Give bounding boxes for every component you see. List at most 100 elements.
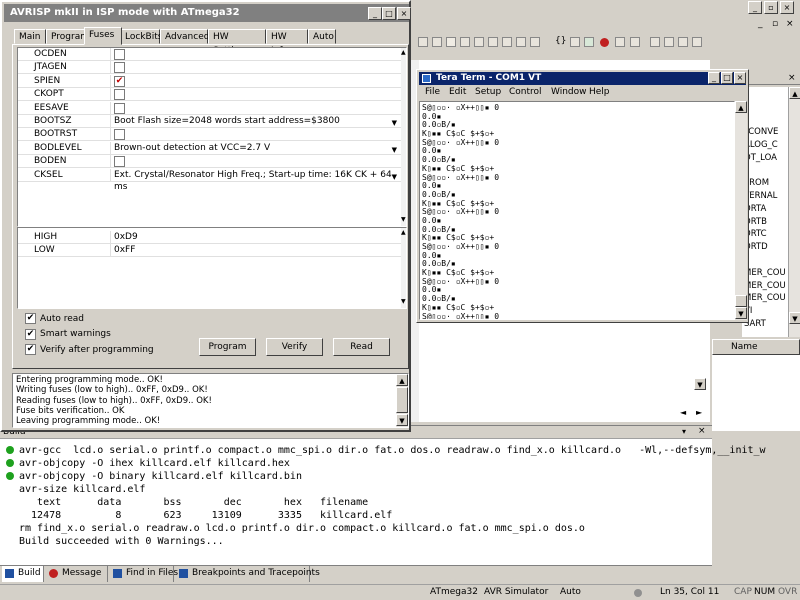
ide-restore-button[interactable]: ▫	[764, 1, 778, 14]
teraterm-menu-help[interactable]: Help	[589, 87, 610, 97]
toolbar-icon-11[interactable]	[650, 37, 660, 47]
ide-minimize-button[interactable]: _	[748, 1, 762, 14]
toolbar-icon-9[interactable]	[530, 37, 540, 47]
tab-fuses[interactable]: Fuses	[84, 27, 122, 45]
fuse-value[interactable]	[110, 155, 401, 169]
fuse-value[interactable]	[110, 128, 401, 142]
toolbar-icon-7[interactable]	[502, 37, 512, 47]
bottom-tab-build[interactable]: Build	[2, 566, 44, 582]
teraterm-maximize-button[interactable]: □	[721, 72, 733, 84]
toolbar-icon-12[interactable]	[664, 37, 674, 47]
avrisp-close-button[interactable]: ×	[397, 7, 411, 20]
fuse-checkbox[interactable]	[114, 102, 125, 114]
fuse-value[interactable]: Brown-out detection at VCC=2.7 V ▼	[110, 141, 401, 156]
toolbar-icon-1[interactable]	[418, 37, 428, 47]
tab-auto[interactable]: Auto	[308, 29, 336, 44]
option-verify-after-programming[interactable]: ✔ Verify after programming	[25, 344, 154, 357]
teraterm-menu-edit[interactable]: Edit	[449, 87, 466, 97]
fuse-value[interactable]: Boot Flash size=2048 words start address…	[110, 115, 401, 128]
option-checkbox[interactable]: ✔	[25, 344, 36, 355]
toolbar-icon-5[interactable]	[474, 37, 484, 47]
read-button[interactable]: Read	[333, 338, 390, 356]
tab-hw-settings[interactable]: HW Settings	[208, 29, 266, 56]
stop-icon[interactable]	[600, 38, 609, 47]
fuse-value[interactable]	[110, 61, 401, 75]
mdi-restore-icon[interactable]: ▫	[772, 19, 778, 29]
dropdown-arrow-icon[interactable]: ▼	[392, 144, 397, 156]
fuse-byte-value[interactable]: 0xFF	[110, 244, 401, 257]
bottom-tab-message[interactable]: Message	[46, 566, 108, 582]
tab-program[interactable]: Program	[46, 29, 89, 44]
fuse-checkbox[interactable]	[114, 62, 125, 74]
toolbar-icon-10[interactable]	[630, 37, 640, 47]
fuse-value[interactable]	[110, 101, 401, 115]
teraterm-terminal[interactable]: S@▯▫▫· ▫X++▯▯▪ 0 0.0▪ 0.0▫B/▪ K▯▪▪ C$▫C $+$…	[419, 101, 735, 320]
fuse-value[interactable]	[110, 88, 401, 102]
io-view-item[interactable]: MER_COU	[744, 281, 786, 291]
ide-close-button[interactable]: ×	[780, 1, 794, 14]
toolbar-icon-13[interactable]	[678, 37, 688, 47]
io-view-item[interactable]: MER_COU	[744, 268, 786, 278]
option-checkbox[interactable]: ✔	[25, 313, 36, 324]
editor-scroll-down[interactable]: ▼	[694, 378, 706, 390]
dropdown-arrow-icon[interactable]: ▼	[392, 117, 397, 129]
toolbar-icon-8[interactable]	[516, 37, 526, 47]
verify-button[interactable]: Verify	[266, 338, 323, 356]
build-output[interactable]: avr-gcc lcd.o serial.o printf.o compact.…	[0, 444, 766, 564]
io-view-scrollbar[interactable]: ▲ ▼	[788, 87, 800, 337]
io-view-item[interactable]: TERNAL	[744, 191, 777, 201]
tab-advanced[interactable]: Advanced	[160, 29, 209, 44]
fuse-checkbox[interactable]	[114, 89, 125, 101]
breakpoint-icon[interactable]	[615, 37, 625, 47]
fuse-checkbox[interactable]	[114, 156, 125, 168]
io-view-close[interactable]: ×	[788, 73, 796, 83]
editor-scroll-right[interactable]: ►	[696, 408, 702, 417]
program-button[interactable]: Program	[199, 338, 256, 356]
teraterm-menu-setup[interactable]: Setup	[475, 87, 501, 97]
fuse-checkbox[interactable]	[114, 49, 125, 60]
avrisp-log-scrollbar[interactable]: ▲ ▼	[396, 374, 408, 427]
fuse-bytes-scrollbar[interactable]: ▲ ▼	[401, 228, 406, 308]
teraterm-close-button[interactable]: ×	[734, 72, 746, 84]
tab-main[interactable]: Main	[14, 29, 46, 44]
io-view-item[interactable]: ALOG_C	[744, 140, 778, 150]
bottom-tab-breakpoints-and-tracepoints[interactable]: Breakpoints and Tracepoints	[176, 566, 320, 582]
step-icon[interactable]	[570, 37, 580, 47]
fuse-value[interactable]: Ext. Crystal/Resonator High Freq.; Start…	[110, 168, 401, 192]
toolbar-icon-2[interactable]	[432, 37, 442, 47]
fuse-value[interactable]	[110, 48, 401, 61]
build-panel-dropdown-icon[interactable]: ▾	[682, 427, 686, 436]
io-view-item[interactable]: MER_COU	[744, 293, 786, 303]
avrisp-maximize-button[interactable]: □	[382, 7, 396, 20]
toolbar-icon-6[interactable]	[488, 37, 498, 47]
bottom-tab-find-in-files[interactable]: Find in Files	[110, 566, 178, 582]
teraterm-menu-window[interactable]: Window	[551, 87, 587, 97]
io-view-name-header[interactable]: Name	[712, 339, 800, 355]
fuse-byte-value[interactable]: 0xD9	[110, 231, 401, 244]
io-view-item[interactable]: _CONVE	[744, 127, 778, 137]
avrisp-log[interactable]: Entering programming mode.. OK! Writing f…	[12, 373, 409, 428]
dropdown-arrow-icon[interactable]: ▼	[392, 171, 397, 183]
fuse-value[interactable]: ✔	[110, 74, 401, 88]
mdi-close-icon[interactable]: ×	[786, 19, 794, 29]
teraterm-menu-control[interactable]: Control	[509, 87, 542, 97]
fuse-checkbox[interactable]	[114, 129, 125, 141]
run-icon[interactable]	[584, 37, 594, 47]
teraterm-scrollbar[interactable]: ▲ ▼	[735, 101, 747, 320]
option-checkbox[interactable]: ✔	[25, 328, 36, 340]
editor-scroll-left[interactable]: ◄	[680, 408, 686, 417]
option-smart-warnings[interactable]: ✔ Smart warnings	[25, 328, 111, 342]
teraterm-titlebar[interactable]: Tera Term - COM1 VT _ □ ×	[419, 72, 746, 85]
tab-hw-info[interactable]: HW Info	[266, 29, 308, 56]
tab-lockbits[interactable]: LockBits	[120, 29, 162, 44]
mdi-minimize-icon[interactable]: _	[758, 19, 763, 29]
brace-icon[interactable]: {}	[555, 36, 566, 46]
option-auto-read[interactable]: ✔ Auto read	[25, 313, 84, 326]
fuse-checkbox[interactable]: ✔	[114, 75, 125, 87]
toolbar-icon-4[interactable]	[460, 37, 470, 47]
avrisp-titlebar[interactable]: AVRISP mkII in ISP mode with ATmega32 _ …	[4, 4, 411, 22]
toolbar-icon-14[interactable]	[692, 37, 702, 47]
teraterm-minimize-button[interactable]: _	[708, 72, 720, 84]
toolbar-icon-3[interactable]	[446, 37, 456, 47]
avrisp-minimize-button[interactable]: _	[368, 7, 382, 20]
